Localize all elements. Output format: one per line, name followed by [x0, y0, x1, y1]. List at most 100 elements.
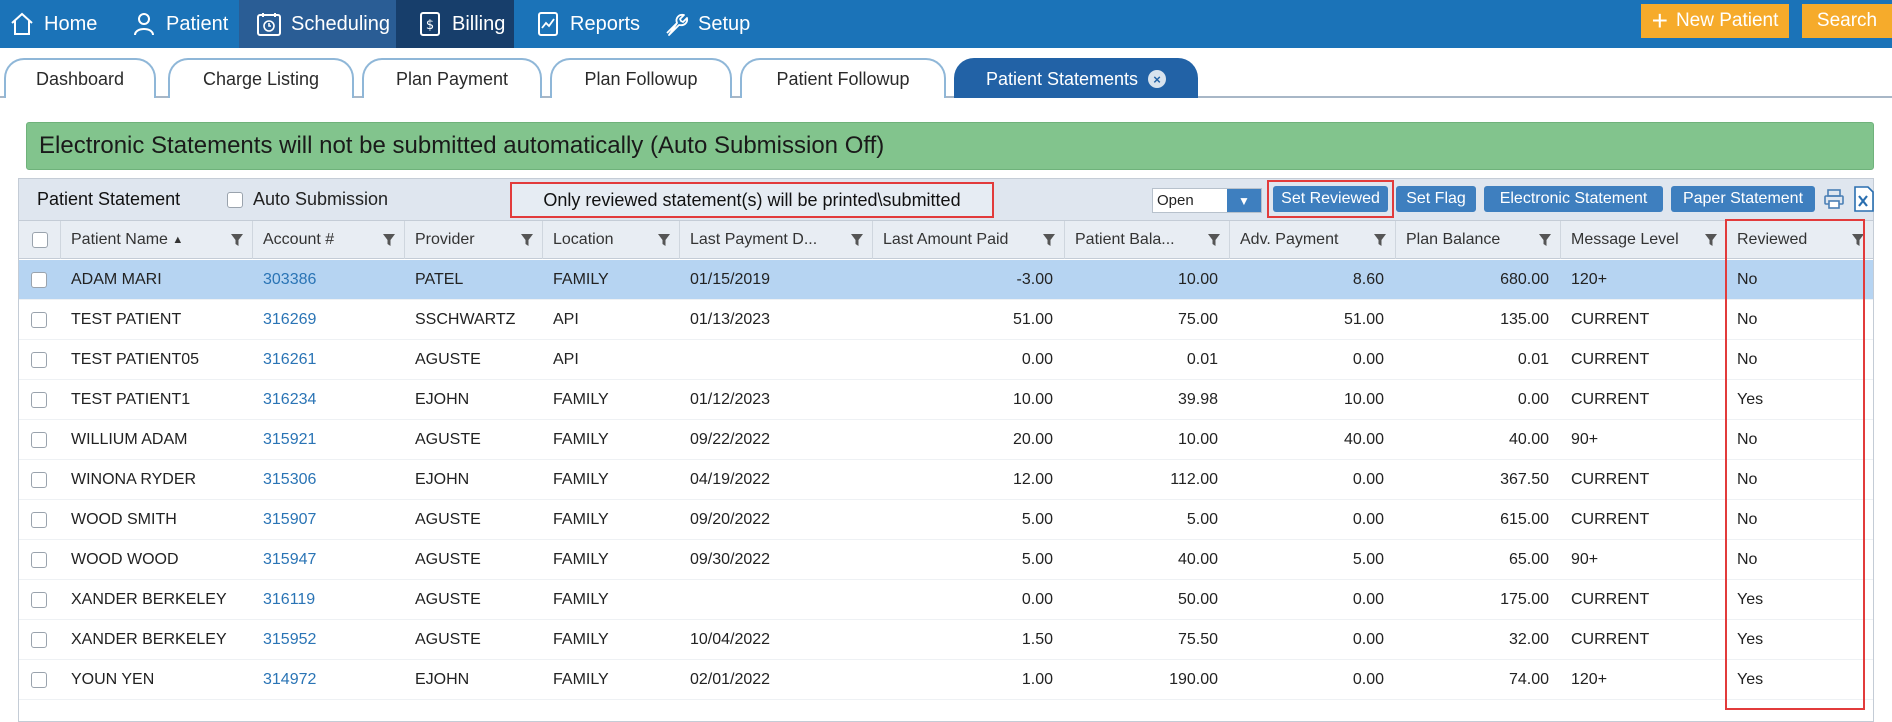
reviewed-notice: Only reviewed statement(s) will be print…: [510, 182, 994, 218]
message-level-cell: CURRENT: [1571, 631, 1650, 648]
account-link[interactable]: 316261: [263, 340, 403, 380]
nav-reports[interactable]: Reports: [534, 0, 640, 48]
row-checkbox[interactable]: [31, 552, 47, 568]
tab-patient-statements[interactable]: Patient Statements ×: [954, 58, 1198, 98]
electronic-statement-button[interactable]: Electronic Statement: [1484, 186, 1663, 212]
nav-billing-label: Billing: [452, 12, 506, 35]
account-link[interactable]: 314972: [263, 660, 403, 700]
nav-billing[interactable]: $ Billing: [396, 0, 514, 48]
filter-icon[interactable]: [1851, 233, 1865, 247]
close-icon[interactable]: ×: [1148, 70, 1167, 88]
row-checkbox[interactable]: [31, 512, 47, 528]
filter-icon[interactable]: [1042, 233, 1056, 247]
location-cell: FAMILY: [553, 511, 609, 528]
patient-balance-cell: 10.00: [1177, 431, 1218, 448]
col-message-level[interactable]: Message Level: [1561, 221, 1727, 259]
reviewed-cell: No: [1737, 351, 1758, 368]
table-row[interactable]: WILLIUM ADAM 315921 AGUSTE FAMILY 09/22/2022…: [19, 420, 1873, 460]
table-row[interactable]: ADAM MARI 303386 PATEL FAMILY 01/15/2019 -3.0…: [19, 260, 1873, 300]
search-label: Search: [1816, 10, 1878, 31]
table-row[interactable]: XANDER BERKELEY 316119 AGUSTE FAMILY 0.00 50.…: [19, 580, 1873, 620]
set-reviewed-button[interactable]: Set Reviewed: [1273, 186, 1388, 212]
table-row[interactable]: XANDER BERKELEY 315952 AGUSTE FAMILY 10/04/2…: [19, 620, 1873, 660]
account-link[interactable]: 315921: [263, 420, 403, 460]
reviewed-cell: No: [1737, 471, 1758, 488]
account-link[interactable]: 315947: [263, 540, 403, 580]
filter-icon[interactable]: [850, 233, 864, 247]
row-checkbox[interactable]: [31, 632, 47, 648]
select-all-header[interactable]: [19, 221, 61, 259]
col-label: Reviewed: [1737, 231, 1808, 248]
row-checkbox[interactable]: [31, 432, 47, 448]
set-flag-button[interactable]: Set Flag: [1396, 186, 1476, 212]
paper-statement-button[interactable]: Paper Statement: [1671, 186, 1815, 212]
plan-balance-cell: 40.00: [1508, 431, 1549, 448]
filter-icon[interactable]: [657, 233, 671, 247]
col-location[interactable]: Location: [543, 221, 680, 259]
new-patient-button[interactable]: + New Patient: [1641, 4, 1789, 38]
col-adv-payment[interactable]: Adv. Payment: [1230, 221, 1396, 259]
row-select-cell: [31, 420, 61, 460]
table-row[interactable]: WOOD WOOD 315947 AGUSTE FAMILY 09/30/2022 5.0…: [19, 540, 1873, 580]
filter-icon[interactable]: [1373, 233, 1387, 247]
row-checkbox[interactable]: [31, 592, 47, 608]
filter-icon[interactable]: [1538, 233, 1552, 247]
patient-balance-cell: 0.01: [1186, 351, 1218, 368]
print-icon[interactable]: [1819, 184, 1849, 214]
chevron-down-icon[interactable]: ▼: [1227, 189, 1261, 212]
reviewed-cell: Yes: [1737, 591, 1764, 608]
col-last-amount-paid[interactable]: Last Amount Paid: [873, 221, 1065, 259]
filter-icon[interactable]: [230, 233, 244, 247]
table-row[interactable]: WINONA RYDER 315306 EJOHN FAMILY 04/19/2022 1…: [19, 460, 1873, 500]
row-checkbox[interactable]: [31, 472, 47, 488]
select-all-checkbox[interactable]: [31, 232, 48, 248]
nav-setup[interactable]: Setup: [662, 0, 750, 48]
account-link[interactable]: 315907: [263, 500, 403, 540]
table-row[interactable]: YOUN YEN 314972 EJOHN FAMILY 02/01/2022 1.00 1…: [19, 660, 1873, 700]
search-button[interactable]: Search: [1802, 4, 1892, 38]
tab-plan-payment[interactable]: Plan Payment: [362, 58, 542, 98]
nav-home[interactable]: Home: [8, 0, 97, 48]
filter-icon[interactable]: [520, 233, 534, 247]
tab-charge-listing[interactable]: Charge Listing: [168, 58, 354, 98]
account-link[interactable]: 316269: [263, 300, 403, 340]
row-checkbox[interactable]: [31, 352, 47, 368]
account-link[interactable]: 316234: [263, 380, 403, 420]
adv-payment-cell: 40.00: [1343, 431, 1384, 448]
col-patient-balance[interactable]: Patient Bala...: [1065, 221, 1230, 259]
table-row[interactable]: WOOD SMITH 315907 AGUSTE FAMILY 09/20/2022 5.…: [19, 500, 1873, 540]
col-plan-balance[interactable]: Plan Balance: [1396, 221, 1561, 259]
col-label: Provider: [415, 231, 475, 248]
account-link[interactable]: 303386: [263, 260, 403, 300]
tab-patient-followup[interactable]: Patient Followup: [740, 58, 946, 98]
last-payment-date-cell: 10/04/2022: [690, 631, 771, 648]
location-cell: API: [553, 311, 579, 328]
col-reviewed[interactable]: Reviewed: [1727, 221, 1873, 259]
tab-plan-followup[interactable]: Plan Followup: [550, 58, 732, 98]
excel-export-icon[interactable]: [1849, 184, 1879, 214]
row-checkbox[interactable]: [31, 312, 47, 328]
account-link[interactable]: 316119: [263, 580, 403, 620]
nav-scheduling[interactable]: Scheduling: [239, 0, 396, 48]
auto-submission-toggle[interactable]: Auto Submission: [227, 189, 388, 210]
col-patient-name[interactable]: Patient Name ▲: [61, 221, 253, 259]
row-checkbox[interactable]: [31, 392, 47, 408]
col-account[interactable]: Account #: [253, 221, 405, 259]
col-last-payment-date[interactable]: Last Payment D...: [680, 221, 873, 259]
row-select-cell: [31, 500, 61, 540]
account-link[interactable]: 315306: [263, 460, 403, 500]
table-row[interactable]: TEST PATIENT1 316234 EJOHN FAMILY 01/12/2023…: [19, 380, 1873, 420]
filter-icon[interactable]: [382, 233, 396, 247]
col-provider[interactable]: Provider: [405, 221, 543, 259]
row-checkbox[interactable]: [31, 672, 47, 688]
auto-submission-checkbox[interactable]: [227, 191, 243, 208]
tab-dashboard[interactable]: Dashboard: [4, 58, 156, 98]
row-checkbox[interactable]: [31, 272, 47, 288]
filter-icon[interactable]: [1704, 233, 1718, 247]
filter-icon[interactable]: [1207, 233, 1221, 247]
nav-patient[interactable]: Patient: [130, 0, 228, 48]
table-row[interactable]: TEST PATIENT 316269 SSCHWARTZ API 01/13/2023…: [19, 300, 1873, 340]
table-row[interactable]: TEST PATIENT05 316261 AGUSTE API 0.00 0.01 0.0…: [19, 340, 1873, 380]
account-link[interactable]: 315952: [263, 620, 403, 660]
status-dropdown[interactable]: Open ▼: [1152, 188, 1262, 213]
